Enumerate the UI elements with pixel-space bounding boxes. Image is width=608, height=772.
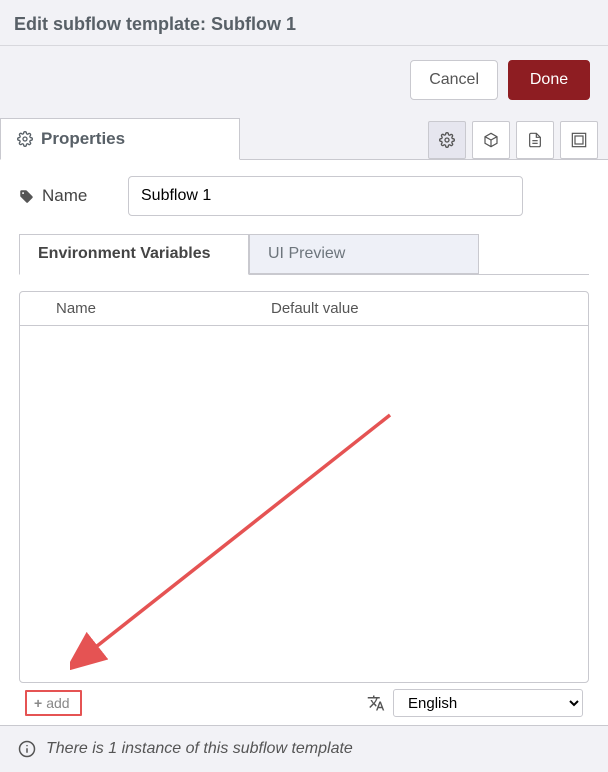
footer-message: There is 1 instance of this subflow temp… <box>46 740 353 758</box>
info-icon <box>18 740 36 758</box>
icon-tab-description[interactable] <box>516 121 554 159</box>
icon-tab-settings[interactable] <box>428 121 466 159</box>
tag-icon <box>19 189 34 204</box>
env-table-footer: + add English <box>19 683 589 723</box>
action-button-row: Cancel Done <box>0 46 608 118</box>
edit-subflow-panel: Edit subflow template: Subflow 1 Cancel … <box>0 0 608 772</box>
add-env-button[interactable]: + add <box>25 690 82 716</box>
properties-content: Name Environment Variables UI Preview Na… <box>0 160 608 733</box>
panel-footer: There is 1 instance of this subflow temp… <box>0 725 608 772</box>
subtab-env-variables[interactable]: Environment Variables <box>19 234 249 275</box>
gear-icon <box>439 132 455 148</box>
translate-icon <box>367 694 385 712</box>
name-label-text: Name <box>42 186 87 206</box>
cancel-button[interactable]: Cancel <box>410 60 498 100</box>
icon-tab-appearance[interactable] <box>560 121 598 159</box>
tab-properties-label: Properties <box>41 129 125 149</box>
add-env-label: add <box>46 695 69 711</box>
language-group: English <box>367 689 583 717</box>
name-label: Name <box>19 186 114 206</box>
main-tab-strip: Properties <box>0 118 608 160</box>
panel-title: Edit subflow template: Subflow 1 <box>0 0 608 46</box>
gear-icon <box>17 131 33 147</box>
subtab-strip: Environment Variables UI Preview <box>19 234 589 274</box>
env-table-header: Name Default value <box>20 292 588 326</box>
layout-icon <box>571 132 587 148</box>
plus-icon: + <box>34 695 42 711</box>
cube-icon <box>483 132 499 148</box>
env-table-body <box>20 326 588 682</box>
env-table: Name Default value <box>19 291 589 683</box>
done-button[interactable]: Done <box>508 60 590 100</box>
name-row: Name <box>19 176 589 216</box>
language-select[interactable]: English <box>393 689 583 717</box>
name-field[interactable] <box>128 176 523 216</box>
tab-properties[interactable]: Properties <box>0 118 240 160</box>
env-section: Name Default value + add English <box>19 274 589 723</box>
env-col-default: Default value <box>271 300 576 317</box>
subtab-ui-preview[interactable]: UI Preview <box>249 234 479 274</box>
file-text-icon <box>527 132 543 148</box>
env-col-name: Name <box>56 300 271 317</box>
icon-tab-module[interactable] <box>472 121 510 159</box>
